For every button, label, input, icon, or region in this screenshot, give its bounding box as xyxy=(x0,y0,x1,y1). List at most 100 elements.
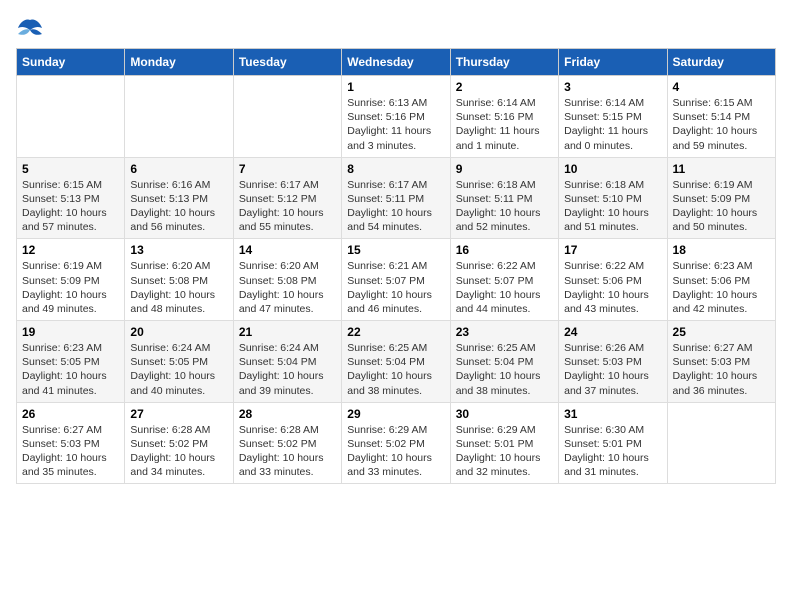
calendar-week-row: 12 Sunrise: 6:19 AMSunset: 5:09 PMDayligh… xyxy=(17,239,776,321)
calendar-cell: 1 Sunrise: 6:13 AMSunset: 5:16 PMDaylight… xyxy=(342,76,450,158)
calendar-cell: 7 Sunrise: 6:17 AMSunset: 5:12 PMDaylight… xyxy=(233,157,341,239)
day-detail: Sunrise: 6:28 AMSunset: 5:02 PMDaylight:… xyxy=(239,423,336,480)
calendar-cell: 16 Sunrise: 6:22 AMSunset: 5:07 PMDayligh… xyxy=(450,239,558,321)
calendar-cell: 19 Sunrise: 6:23 AMSunset: 5:05 PMDayligh… xyxy=(17,321,125,403)
calendar-table: SundayMondayTuesdayWednesdayThursdayFrid… xyxy=(16,48,776,484)
day-detail: Sunrise: 6:21 AMSunset: 5:07 PMDaylight:… xyxy=(347,259,444,316)
day-detail: Sunrise: 6:22 AMSunset: 5:06 PMDaylight:… xyxy=(564,259,661,316)
weekday-header-tuesday: Tuesday xyxy=(233,49,341,76)
calendar-cell xyxy=(125,76,233,158)
day-detail: Sunrise: 6:24 AMSunset: 5:05 PMDaylight:… xyxy=(130,341,227,398)
day-number: 16 xyxy=(456,243,553,257)
calendar-cell: 10 Sunrise: 6:18 AMSunset: 5:10 PMDayligh… xyxy=(559,157,667,239)
calendar-cell xyxy=(233,76,341,158)
day-number: 29 xyxy=(347,407,444,421)
calendar-cell: 24 Sunrise: 6:26 AMSunset: 5:03 PMDayligh… xyxy=(559,321,667,403)
day-detail: Sunrise: 6:29 AMSunset: 5:01 PMDaylight:… xyxy=(456,423,553,480)
calendar-cell: 8Sunrise: 6:17 AMSunset: 5:11 PMDaylight… xyxy=(342,157,450,239)
day-detail: Sunrise: 6:15 AMSunset: 5:13 PMDaylight:… xyxy=(22,178,119,235)
day-detail: Sunrise: 6:23 AMSunset: 5:06 PMDaylight:… xyxy=(673,259,770,316)
day-detail: Sunrise: 6:29 AMSunset: 5:02 PMDaylight:… xyxy=(347,423,444,480)
weekday-header-monday: Monday xyxy=(125,49,233,76)
calendar-cell: 15 Sunrise: 6:21 AMSunset: 5:07 PMDayligh… xyxy=(342,239,450,321)
day-number: 1 xyxy=(347,80,444,94)
day-number: 5 xyxy=(22,162,119,176)
calendar-cell: 23Sunrise: 6:25 AMSunset: 5:04 PMDayligh… xyxy=(450,321,558,403)
day-detail: Sunrise: 6:15 AMSunset: 5:14 PMDaylight:… xyxy=(673,96,770,153)
day-number: 30 xyxy=(456,407,553,421)
weekday-header-sunday: Sunday xyxy=(17,49,125,76)
day-number: 18 xyxy=(673,243,770,257)
calendar-cell xyxy=(17,76,125,158)
weekday-header-thursday: Thursday xyxy=(450,49,558,76)
day-number: 22 xyxy=(347,325,444,339)
day-detail: Sunrise: 6:18 AMSunset: 5:10 PMDaylight:… xyxy=(564,178,661,235)
day-number: 24 xyxy=(564,325,661,339)
day-number: 6 xyxy=(130,162,227,176)
day-number: 3 xyxy=(564,80,661,94)
day-detail: Sunrise: 6:16 AMSunset: 5:13 PMDaylight:… xyxy=(130,178,227,235)
day-number: 25 xyxy=(673,325,770,339)
weekday-header-friday: Friday xyxy=(559,49,667,76)
logo xyxy=(16,16,48,40)
day-detail: Sunrise: 6:20 AMSunset: 5:08 PMDaylight:… xyxy=(130,259,227,316)
calendar-cell: 11Sunrise: 6:19 AMSunset: 5:09 PMDayligh… xyxy=(667,157,775,239)
day-detail: Sunrise: 6:26 AMSunset: 5:03 PMDaylight:… xyxy=(564,341,661,398)
calendar-cell: 9 Sunrise: 6:18 AMSunset: 5:11 PMDaylight… xyxy=(450,157,558,239)
day-number: 27 xyxy=(130,407,227,421)
day-detail: Sunrise: 6:19 AMSunset: 5:09 PMDaylight:… xyxy=(22,259,119,316)
calendar-cell: 26 Sunrise: 6:27 AMSunset: 5:03 PMDayligh… xyxy=(17,402,125,484)
day-number: 13 xyxy=(130,243,227,257)
day-number: 26 xyxy=(22,407,119,421)
calendar-cell: 6 Sunrise: 6:16 AMSunset: 5:13 PMDaylight… xyxy=(125,157,233,239)
day-detail: Sunrise: 6:28 AMSunset: 5:02 PMDaylight:… xyxy=(130,423,227,480)
day-number: 28 xyxy=(239,407,336,421)
day-detail: Sunrise: 6:20 AMSunset: 5:08 PMDaylight:… xyxy=(239,259,336,316)
calendar-cell: 12 Sunrise: 6:19 AMSunset: 5:09 PMDayligh… xyxy=(17,239,125,321)
calendar-cell: 3 Sunrise: 6:14 AMSunset: 5:15 PMDaylight… xyxy=(559,76,667,158)
weekday-header-wednesday: Wednesday xyxy=(342,49,450,76)
day-detail: Sunrise: 6:13 AMSunset: 5:16 PMDaylight:… xyxy=(347,96,444,153)
day-number: 12 xyxy=(22,243,119,257)
calendar-cell: 20 Sunrise: 6:24 AMSunset: 5:05 PMDayligh… xyxy=(125,321,233,403)
day-detail: Sunrise: 6:17 AMSunset: 5:11 PMDaylight:… xyxy=(347,178,444,235)
day-detail: Sunrise: 6:24 AMSunset: 5:04 PMDaylight:… xyxy=(239,341,336,398)
day-detail: Sunrise: 6:27 AMSunset: 5:03 PMDaylight:… xyxy=(22,423,119,480)
day-number: 17 xyxy=(564,243,661,257)
day-number: 19 xyxy=(22,325,119,339)
calendar-cell: 2Sunrise: 6:14 AMSunset: 5:16 PMDaylight… xyxy=(450,76,558,158)
calendar-cell: 22Sunrise: 6:25 AMSunset: 5:04 PMDayligh… xyxy=(342,321,450,403)
calendar-cell: 13 Sunrise: 6:20 AMSunset: 5:08 PMDayligh… xyxy=(125,239,233,321)
calendar-week-row: 26 Sunrise: 6:27 AMSunset: 5:03 PMDayligh… xyxy=(17,402,776,484)
calendar-cell: 30 Sunrise: 6:29 AMSunset: 5:01 PMDayligh… xyxy=(450,402,558,484)
day-number: 15 xyxy=(347,243,444,257)
day-number: 31 xyxy=(564,407,661,421)
calendar-cell: 25 Sunrise: 6:27 AMSunset: 5:03 PMDayligh… xyxy=(667,321,775,403)
day-detail: Sunrise: 6:14 AMSunset: 5:15 PMDaylight:… xyxy=(564,96,661,153)
day-number: 10 xyxy=(564,162,661,176)
day-number: 11 xyxy=(673,162,770,176)
day-number: 21 xyxy=(239,325,336,339)
day-number: 20 xyxy=(130,325,227,339)
calendar-cell: 28 Sunrise: 6:28 AMSunset: 5:02 PMDayligh… xyxy=(233,402,341,484)
day-detail: Sunrise: 6:27 AMSunset: 5:03 PMDaylight:… xyxy=(673,341,770,398)
day-number: 9 xyxy=(456,162,553,176)
day-number: 14 xyxy=(239,243,336,257)
calendar-cell: 14 Sunrise: 6:20 AMSunset: 5:08 PMDayligh… xyxy=(233,239,341,321)
weekday-header-row: SundayMondayTuesdayWednesdayThursdayFrid… xyxy=(17,49,776,76)
day-detail: Sunrise: 6:23 AMSunset: 5:05 PMDaylight:… xyxy=(22,341,119,398)
calendar-cell: 27 Sunrise: 6:28 AMSunset: 5:02 PMDayligh… xyxy=(125,402,233,484)
day-number: 4 xyxy=(673,80,770,94)
calendar-cell: 18 Sunrise: 6:23 AMSunset: 5:06 PMDayligh… xyxy=(667,239,775,321)
calendar-cell: 21 Sunrise: 6:24 AMSunset: 5:04 PMDayligh… xyxy=(233,321,341,403)
day-detail: Sunrise: 6:14 AMSunset: 5:16 PMDaylight:… xyxy=(456,96,553,153)
calendar-week-row: 19 Sunrise: 6:23 AMSunset: 5:05 PMDayligh… xyxy=(17,321,776,403)
day-detail: Sunrise: 6:25 AMSunset: 5:04 PMDaylight:… xyxy=(456,341,553,398)
day-detail: Sunrise: 6:17 AMSunset: 5:12 PMDaylight:… xyxy=(239,178,336,235)
day-detail: Sunrise: 6:18 AMSunset: 5:11 PMDaylight:… xyxy=(456,178,553,235)
day-detail: Sunrise: 6:30 AMSunset: 5:01 PMDaylight:… xyxy=(564,423,661,480)
calendar-week-row: 5 Sunrise: 6:15 AMSunset: 5:13 PMDaylight… xyxy=(17,157,776,239)
day-number: 7 xyxy=(239,162,336,176)
day-detail: Sunrise: 6:22 AMSunset: 5:07 PMDaylight:… xyxy=(456,259,553,316)
calendar-cell: 31 Sunrise: 6:30 AMSunset: 5:01 PMDayligh… xyxy=(559,402,667,484)
